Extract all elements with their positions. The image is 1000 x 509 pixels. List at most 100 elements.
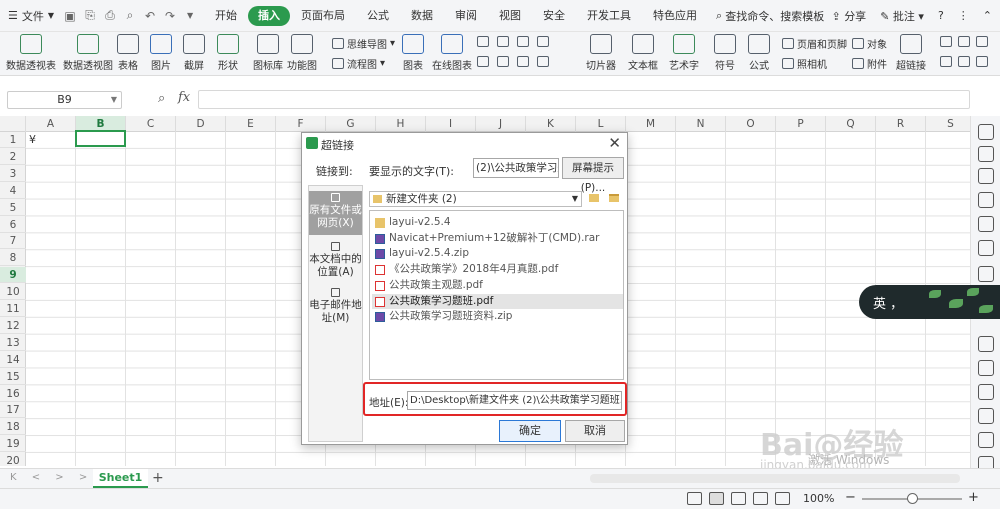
screen-tip-button[interactable]: 屏幕提示(P)... [562,157,624,194]
sheet-nav-buttons[interactable]: K < > >I [10,472,102,483]
row-header[interactable]: 6 [0,217,26,233]
column-header[interactable]: S [926,116,970,132]
row-header[interactable]: 14 [0,352,26,368]
column-header[interactable]: H [376,116,426,132]
column-header[interactable]: A [26,116,76,132]
file-list-item[interactable]: Navicat+Premium+12破解补丁(CMD).rar [372,231,623,246]
row-header[interactable]: 4 [0,183,26,199]
selected-cell[interactable] [75,130,126,147]
header-footer-button[interactable]: 页眉和页脚 [782,36,847,51]
row-header[interactable]: 3 [0,166,26,182]
window-icon[interactable] [958,36,970,47]
formula-input[interactable] [198,90,970,109]
row-header[interactable]: 13 [0,335,26,351]
row-header[interactable]: 16 [0,386,26,402]
row-header[interactable]: 5 [0,200,26,216]
tab-2[interactable]: 页面布局 [290,6,356,26]
column-header[interactable]: I [426,116,476,132]
column-header[interactable]: F [276,116,326,132]
add-sheet-button[interactable]: + [152,470,164,486]
file-list-item[interactable]: layui-v2.5.4.zip [372,246,623,261]
row-header[interactable]: 20 [0,453,26,466]
row-header[interactable]: 8 [0,250,26,267]
folder-select[interactable]: 新建文件夹 (2) ▼ [369,191,582,207]
cell-a1[interactable]: ¥ [29,133,36,146]
ribbon-button-12[interactable]: 艺术字 [669,32,699,72]
reading-mode-icon[interactable] [775,492,790,505]
property-icon[interactable] [978,240,994,256]
column-header[interactable]: R [876,116,926,132]
text-icon[interactable] [940,36,952,47]
export-icon[interactable]: ⎘ [80,8,100,23]
attachment-button[interactable]: 附件 [852,56,887,71]
ribbon-button-8[interactable]: 图表 [402,32,424,72]
collapse-ribbon-icon[interactable]: ⌃ [983,9,992,22]
pie-chart-icon[interactable] [517,56,529,67]
magic-icon[interactable] [978,266,994,282]
command-search[interactable]: ⌕ 查找命令、搜索模板 [716,8,824,24]
print-icon[interactable]: ⎙ [100,8,120,23]
sidebar-scroll-up-icon[interactable] [978,124,994,140]
select-all-corner[interactable] [0,116,26,132]
fx-icon[interactable]: fx [178,90,190,105]
ribbon-button-7[interactable]: 功能图 [287,32,317,72]
address-input[interactable]: D:\Desktop\新建文件夹 (2)\公共政策学习题班.pdf [407,391,622,410]
zoom-level[interactable]: 100% [803,492,834,505]
page-layout-icon[interactable] [731,492,746,505]
row-header[interactable]: 1 [0,132,26,148]
share-button[interactable]: ⇪ 分享 [831,8,866,24]
column-header[interactable]: P [776,116,826,132]
style-icon[interactable] [978,216,994,232]
bar-chart-icon[interactable] [497,36,509,47]
link-type-this-document[interactable]: 本文档中的位置(A) [309,240,362,284]
ribbon-button-14[interactable]: 公式 [748,32,770,72]
link-type-existing-file[interactable]: 原有文件或网页(X) [309,191,362,235]
cancel-button[interactable]: 取消 [565,420,625,442]
undo-icon[interactable]: ↶ [140,9,160,23]
gear-icon[interactable] [978,384,994,400]
tab-9[interactable]: 特色应用 [642,6,708,26]
page-break-icon[interactable] [753,492,768,505]
column-header[interactable]: J [476,116,526,132]
zoom-in-button[interactable]: + [968,490,979,505]
file-list-item[interactable]: 公共政策主观题.pdf [372,278,623,293]
ribbon-button-9[interactable]: 在线图表 [432,32,472,72]
area-chart-icon[interactable] [537,36,549,47]
tool-icon[interactable] [978,432,994,448]
display-text-input[interactable]: (2)\公共政策学习题班.pdf [473,158,559,178]
column-header[interactable]: C [126,116,176,132]
tab-5[interactable]: 审阅 [444,6,488,26]
name-box[interactable]: B9 ▼ [7,91,122,109]
ribbon-button-0[interactable]: 数据透视表 [6,32,56,72]
ribbon-button-2[interactable]: 表格 [117,32,139,72]
object-button[interactable]: 对象 [852,36,887,51]
browse-folder-button[interactable] [607,191,622,206]
tab-4[interactable]: 数据 [400,6,444,26]
close-icon[interactable]: ✕ [608,134,621,152]
column-header[interactable]: Q [826,116,876,132]
ribbon-button-4[interactable]: 截屏 [183,32,205,72]
ribbon-button-1[interactable]: 数据透视图 [63,32,113,72]
template-icon[interactable] [976,36,988,47]
ribbon-button-10[interactable]: 切片器 [586,32,616,72]
preview-icon[interactable]: ⌕ [120,8,140,23]
cursor-icon[interactable] [978,192,994,208]
more-icon[interactable]: ▼ [180,11,200,20]
tab-8[interactable]: 开发工具 [576,6,642,26]
tab-6[interactable]: 视图 [488,6,532,26]
settings-icon[interactable]: ⋮ [958,9,969,22]
comment-button[interactable]: ✎ 批注 ▾ [880,8,924,24]
column-header[interactable]: O [726,116,776,132]
column-header[interactable]: K [526,116,576,132]
list-icon[interactable] [978,360,994,376]
ribbon-button-13[interactable]: 符号 [714,32,736,72]
row-header[interactable]: 2 [0,149,26,165]
ribbon-button-3[interactable]: 图片 [150,32,172,72]
ribbon-button-15[interactable]: 超链接 [896,32,926,72]
tab-3[interactable]: 公式 [356,6,400,26]
save-icon[interactable]: ▣ [60,9,80,23]
zoom-icon[interactable]: ⌕ [158,91,165,106]
row-header[interactable]: 9 [0,267,26,284]
code-icon[interactable] [976,56,988,67]
column-header[interactable]: N [676,116,726,132]
